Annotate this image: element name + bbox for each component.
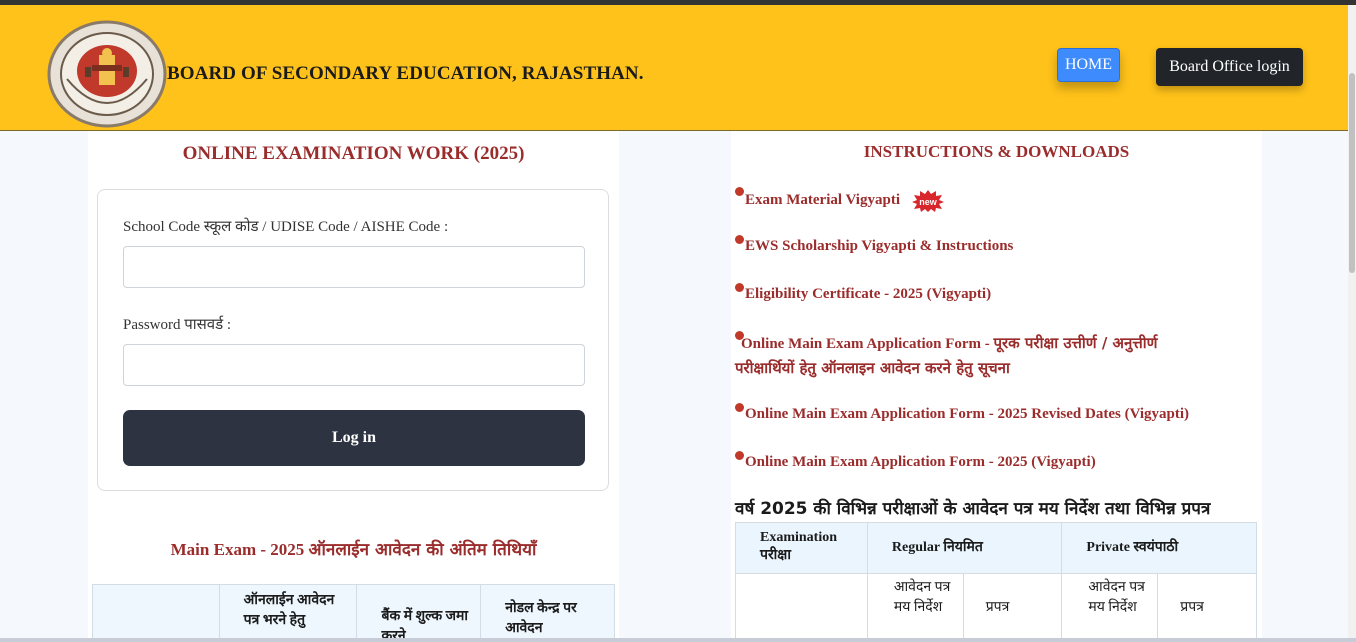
link-exam-material-vigyapti[interactable]: Exam Material Vigyapti new bbox=[735, 187, 944, 212]
new-badge-icon: new bbox=[911, 190, 944, 212]
password-label: Password पासवर्ड : bbox=[123, 317, 232, 333]
cell-regular-instructions: आवेदन पत्र मय निर्देश bbox=[866, 573, 964, 642]
main-exam-dates-table: ऑनलाईन आवेदन पत्र भरने हेतु बैंक में शुल… bbox=[92, 584, 615, 642]
table-row: Examination परीक्षा Regular नियमित Priva… bbox=[735, 522, 1257, 574]
password-input[interactable] bbox=[123, 344, 585, 386]
site-header: BOARD OF SECONDARY EDUCATION, RAJASTHAN.… bbox=[0, 5, 1356, 131]
col-examination: Examination परीक्षा bbox=[735, 522, 868, 574]
school-code-input[interactable] bbox=[123, 246, 585, 288]
link-text: Online Main Exam Application Form - 2025… bbox=[745, 454, 1096, 470]
link-ews-scholarship[interactable]: EWS Scholarship Vigyapti & Instructions bbox=[735, 235, 1014, 255]
school-code-label: School Code स्कूल कोड / UDISE Code / AIS… bbox=[123, 219, 449, 235]
dates-title-hi: ऑनलाईन आवेदन की अंतिम तिथियाँ bbox=[308, 540, 537, 560]
bullet-icon bbox=[735, 403, 744, 412]
cell-regular-form: प्रपत्र bbox=[962, 573, 1063, 642]
site-title: BOARD OF SECONDARY EDUCATION, RAJASTHAN. bbox=[167, 63, 644, 84]
dates-title-en: Main Exam - 2025 bbox=[170, 540, 305, 559]
col-private: Private स्वयंपाठी bbox=[1061, 522, 1257, 574]
forms-section-heading: वर्ष 2025 की विभिन्न परीक्षाओं के आवेदन … bbox=[735, 499, 1211, 519]
bullet-icon bbox=[735, 451, 744, 460]
main-exam-dates-title: Main Exam - 2025 ऑनलाईन आवेदन की अंतिम त… bbox=[88, 537, 619, 560]
dates-header-1: ऑनलाईन आवेदन पत्र भरने हेतु bbox=[218, 584, 358, 642]
login-panel-title: ONLINE EXAMINATION WORK (2025) bbox=[182, 143, 525, 164]
bullet-icon bbox=[735, 187, 744, 196]
cell-private-instructions: आवेदन पत्र मय निर्देश bbox=[1061, 573, 1159, 642]
bullet-icon bbox=[735, 331, 744, 340]
bottom-strip bbox=[0, 638, 1356, 642]
new-badge-text: new bbox=[919, 197, 938, 207]
bullet-icon bbox=[735, 283, 744, 292]
cell-private-form: प्रपत्र bbox=[1157, 573, 1257, 642]
login-button[interactable]: Log in bbox=[123, 410, 585, 466]
table-row: आवेदन पत्र मय निर्देश प्रपत्र आवेदन पत्र… bbox=[735, 573, 1257, 642]
board-seal-logo-icon bbox=[47, 20, 167, 128]
login-panel: ONLINE EXAMINATION WORK (2025) School Co… bbox=[88, 131, 619, 642]
link-supplementary-exam-notice[interactable]: Online Main Exam Application Form - पूरक… bbox=[735, 331, 1215, 381]
cell-exam-empty bbox=[735, 573, 868, 642]
link-text: Online Main Exam Application Form - 2025… bbox=[745, 406, 1190, 422]
board-office-login-button[interactable]: Board Office login bbox=[1156, 48, 1303, 86]
link-text: Online Main Exam Application Form - bbox=[741, 336, 994, 352]
page-scrollbar[interactable] bbox=[1348, 5, 1356, 642]
table-row: ऑनलाईन आवेदन पत्र भरने हेतु बैंक में शुल… bbox=[92, 584, 615, 642]
link-text: Exam Material Vigyapti bbox=[745, 192, 900, 209]
link-text: Eligibility Certificate - 2025 (Vigyapti… bbox=[745, 286, 992, 302]
col-regular: Regular नियमित bbox=[866, 522, 1063, 574]
scrollbar-thumb[interactable] bbox=[1349, 73, 1355, 273]
bullet-icon bbox=[735, 235, 744, 244]
link-main-exam-vigyapti[interactable]: Online Main Exam Application Form - 2025… bbox=[735, 451, 1096, 471]
link-revised-dates[interactable]: Online Main Exam Application Form - 2025… bbox=[735, 403, 1190, 423]
link-text: EWS Scholarship Vigyapti & Instructions bbox=[745, 238, 1014, 254]
forms-table: Examination परीक्षा Regular नियमित Priva… bbox=[735, 522, 1257, 642]
instructions-panel: INSTRUCTIONS & DOWNLOADS Exam Material V… bbox=[731, 131, 1262, 642]
instructions-title: INSTRUCTIONS & DOWNLOADS bbox=[863, 142, 1130, 161]
dates-header-3: नोडल केन्द्र पर आवेदन bbox=[480, 584, 615, 642]
dates-header-2: बैंक में शुल्क जमा करने bbox=[356, 584, 482, 642]
dates-header-0 bbox=[92, 584, 220, 642]
home-button[interactable]: HOME bbox=[1057, 48, 1120, 82]
login-form: School Code स्कूल कोड / UDISE Code / AIS… bbox=[97, 189, 609, 491]
link-eligibility-certificate[interactable]: Eligibility Certificate - 2025 (Vigyapti… bbox=[735, 283, 992, 303]
